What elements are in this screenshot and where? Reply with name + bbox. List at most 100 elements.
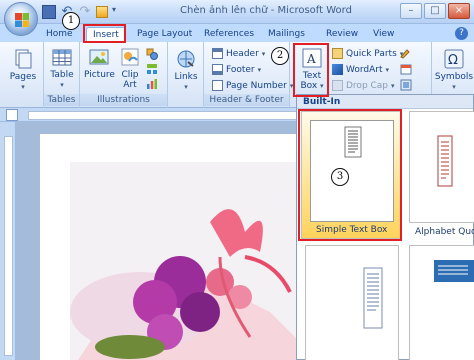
text-box-highlight xyxy=(293,43,329,97)
annotation-3: 3 xyxy=(331,168,349,186)
drop-cap-icon xyxy=(332,80,343,91)
table-icon xyxy=(52,49,72,66)
group-links: Links ▾ xyxy=(168,42,204,108)
flower-image xyxy=(70,162,330,360)
quick-parts-icon xyxy=(332,48,343,59)
illustration-small-icons xyxy=(146,48,164,90)
object-icon[interactable] xyxy=(400,79,412,91)
svg-text:Ω: Ω xyxy=(448,53,458,68)
picture-label: Picture xyxy=(84,70,115,80)
quick-parts-button[interactable]: Quick Parts ▾ xyxy=(332,47,403,60)
tab-view[interactable]: View xyxy=(373,27,394,42)
tab-review[interactable]: Review xyxy=(326,27,358,42)
picture-button[interactable]: Picture xyxy=(84,46,115,80)
tab-mailings[interactable]: Mailings xyxy=(268,27,305,42)
footer-button[interactable]: Footer ▾ xyxy=(212,63,261,76)
insert-tab-highlight xyxy=(83,24,126,43)
chart-icon[interactable] xyxy=(146,78,158,90)
quick-parts-label: Quick Parts xyxy=(346,48,397,59)
tab-references[interactable]: References xyxy=(204,27,254,42)
group-pages: Pages ▾ xyxy=(0,42,44,108)
customize-qat-icon[interactable]: ▾ xyxy=(112,5,120,19)
header-footer-group-label: Header & Footer xyxy=(204,94,289,106)
smartart-icon[interactable] xyxy=(146,63,158,75)
wordart-button[interactable]: WordArt ▾ xyxy=(332,63,389,76)
gallery-header-built-in: Built-In xyxy=(297,95,473,109)
gallery-item-3[interactable] xyxy=(305,245,399,360)
close-button[interactable]: × xyxy=(448,3,470,19)
maximize-button[interactable]: □ xyxy=(424,3,446,19)
annotation-1: 1 xyxy=(62,12,80,30)
quick-access-toolbar: ↶ ↷ ▾ xyxy=(42,4,120,20)
gallery-item-4[interactable] xyxy=(409,245,474,360)
group-illustrations: Picture Clip Art Illustrations xyxy=(80,42,168,108)
tab-selector[interactable] xyxy=(6,109,18,121)
window-controls: – □ × xyxy=(400,3,470,19)
page-number-icon xyxy=(212,80,223,91)
gallery-item-3-preview xyxy=(363,267,383,329)
vertical-ruler-strip[interactable] xyxy=(4,136,13,356)
links-icon xyxy=(177,50,195,68)
picture-icon xyxy=(89,49,109,65)
header-dropdown-icon: ▾ xyxy=(261,49,266,58)
text-small-icons xyxy=(400,47,426,91)
header-icon xyxy=(212,48,223,59)
help-icon[interactable]: ? xyxy=(455,27,468,40)
flower-photo[interactable] xyxy=(70,162,330,360)
symbols-label: Symbols xyxy=(434,72,474,82)
clip-art-label-line2: Art xyxy=(123,80,137,90)
drop-cap-label: Drop Cap xyxy=(346,80,389,91)
tables-group-label: Tables xyxy=(44,94,79,106)
tab-page-layout[interactable]: Page Layout xyxy=(137,27,192,42)
simple-text-box-highlight xyxy=(298,109,402,241)
pages-dropdown-icon: ▾ xyxy=(21,83,25,91)
symbols-dropdown-icon: ▾ xyxy=(452,83,456,91)
wordart-icon xyxy=(332,64,343,75)
header-button[interactable]: Header ▾ xyxy=(212,47,265,60)
table-button[interactable]: Table ▾ xyxy=(48,46,76,90)
signature-line-icon[interactable] xyxy=(400,47,412,59)
pages-icon xyxy=(15,49,32,69)
clip-art-label-line1: Clip xyxy=(121,70,139,80)
annotation-2: 2 xyxy=(271,47,289,65)
group-tables: Table ▾ Tables xyxy=(44,42,80,108)
pages-button[interactable]: Pages ▾ xyxy=(8,48,38,92)
date-time-icon[interactable] xyxy=(400,63,412,75)
links-dropdown-icon: ▾ xyxy=(184,83,188,91)
format-painter-icon[interactable] xyxy=(96,6,108,18)
footer-dropdown-icon: ▾ xyxy=(257,65,262,74)
page-number-label: Page Number xyxy=(226,80,287,91)
footer-label: Footer xyxy=(226,64,255,75)
gallery-item-alphabet-quote[interactable] xyxy=(409,111,474,223)
wordart-label: WordArt xyxy=(346,64,383,75)
minimize-button[interactable]: – xyxy=(400,3,422,19)
redo-icon[interactable]: ↷ xyxy=(78,5,92,19)
wordart-dropdown-icon: ▾ xyxy=(385,65,390,74)
links-button[interactable]: Links ▾ xyxy=(172,48,200,92)
drop-cap-dropdown-icon: ▾ xyxy=(391,81,395,90)
document-page[interactable] xyxy=(40,134,330,360)
office-logo-icon xyxy=(15,13,29,27)
ruler-strip[interactable] xyxy=(28,111,298,120)
shapes-icon[interactable] xyxy=(146,48,158,60)
header-label: Header xyxy=(226,48,259,59)
links-label: Links xyxy=(174,72,198,82)
alphabet-quote-preview xyxy=(437,135,453,187)
footer-icon xyxy=(212,64,223,75)
symbols-button[interactable]: Ω Symbols ▾ xyxy=(434,48,474,92)
drop-cap-button[interactable]: Drop Cap ▾ xyxy=(332,79,395,92)
clip-art-icon xyxy=(121,48,139,66)
table-dropdown-icon: ▾ xyxy=(60,81,64,89)
save-icon[interactable] xyxy=(42,5,56,19)
clip-art-button[interactable]: Clip Art xyxy=(118,46,142,90)
alphabet-quote-label: Alphabet Quote xyxy=(415,227,474,237)
page-number-button[interactable]: Page Number ▾ xyxy=(212,79,293,92)
gallery-item-4-preview xyxy=(434,260,474,282)
window-title: Chèn ảnh lên chữ - Microsoft Word xyxy=(180,5,352,16)
pages-label: Pages xyxy=(9,72,37,82)
illustrations-group-label: Illustrations xyxy=(80,94,167,106)
table-label: Table xyxy=(50,70,74,80)
vertical-ruler xyxy=(0,122,16,360)
office-button[interactable] xyxy=(4,2,38,36)
symbols-icon: Ω xyxy=(444,49,464,69)
